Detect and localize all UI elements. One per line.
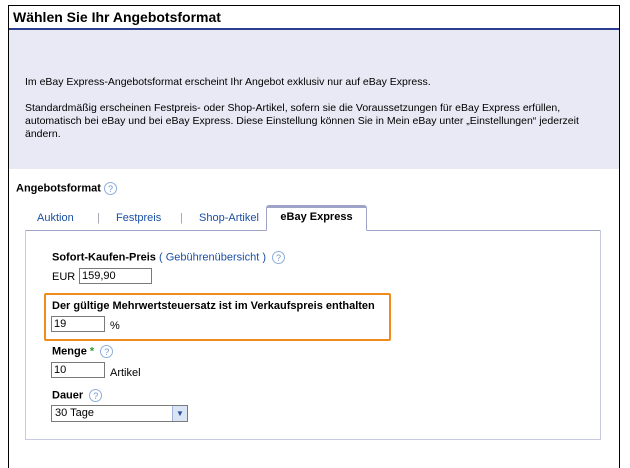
vat-input[interactable]: 19 [51, 316, 105, 332]
help-icon[interactable]: ? [100, 345, 114, 358]
help-icon[interactable]: ? [103, 182, 117, 195]
duration-label: Dauer [52, 389, 84, 402]
price-label: Sofort-Kaufen-Preis [52, 251, 156, 264]
tab-separator: | [97, 212, 100, 224]
fee-overview-link[interactable]: Gebührenübersicht [166, 251, 260, 263]
tab-festpreis[interactable]: Festpreis [116, 212, 161, 224]
chevron-down-icon[interactable]: ▼ [172, 406, 187, 421]
price-input[interactable]: 159,90 [79, 268, 152, 284]
vat-unit: % [110, 320, 120, 332]
format-label: Angebotsformat [16, 182, 101, 195]
vat-label: Der gültige Mehrwertsteuersatz ist im Ve… [52, 300, 375, 312]
quantity-unit: Artikel [110, 367, 141, 379]
format-tabs: Auktion | Festpreis | Shop-Artikel eBay … [25, 205, 601, 231]
tab-shop-artikel[interactable]: Shop-Artikel [199, 212, 259, 224]
info-panel: Im eBay Express-Angebotsformat erscheint… [9, 30, 619, 169]
currency-label: EUR [52, 271, 76, 283]
required-marker: * [89, 345, 95, 358]
info-text-express: Im eBay Express-Angebotsformat erscheint… [25, 76, 431, 88]
quantity-input[interactable]: 10 [51, 362, 105, 378]
tab-separator: | [180, 212, 183, 224]
duration-label-row: Dauer ? [52, 389, 103, 402]
tab-ebay-express[interactable]: eBay Express [266, 205, 367, 231]
price-label-row: Sofort-Kaufen-Preis ( Gebührenübersicht … [52, 251, 286, 264]
quantity-label: Menge [52, 345, 87, 358]
duration-select[interactable]: 30 Tage ▼ [51, 405, 188, 422]
fee-paren-close: ) [262, 251, 266, 264]
duration-selected: 30 Tage [55, 407, 94, 419]
fee-paren-open: ( [158, 251, 163, 264]
tab-auktion[interactable]: Auktion [37, 212, 74, 224]
help-icon[interactable]: ? [89, 389, 103, 402]
format-section-label: Angebotsformat? [16, 182, 117, 195]
help-icon[interactable]: ? [272, 251, 286, 264]
quantity-label-row: Menge * ? [52, 345, 114, 358]
page-title: Wählen Sie Ihr Angebotsformat [9, 6, 619, 28]
info-text-default: Standardmäßig erscheinen Festpreis- oder… [25, 102, 579, 140]
